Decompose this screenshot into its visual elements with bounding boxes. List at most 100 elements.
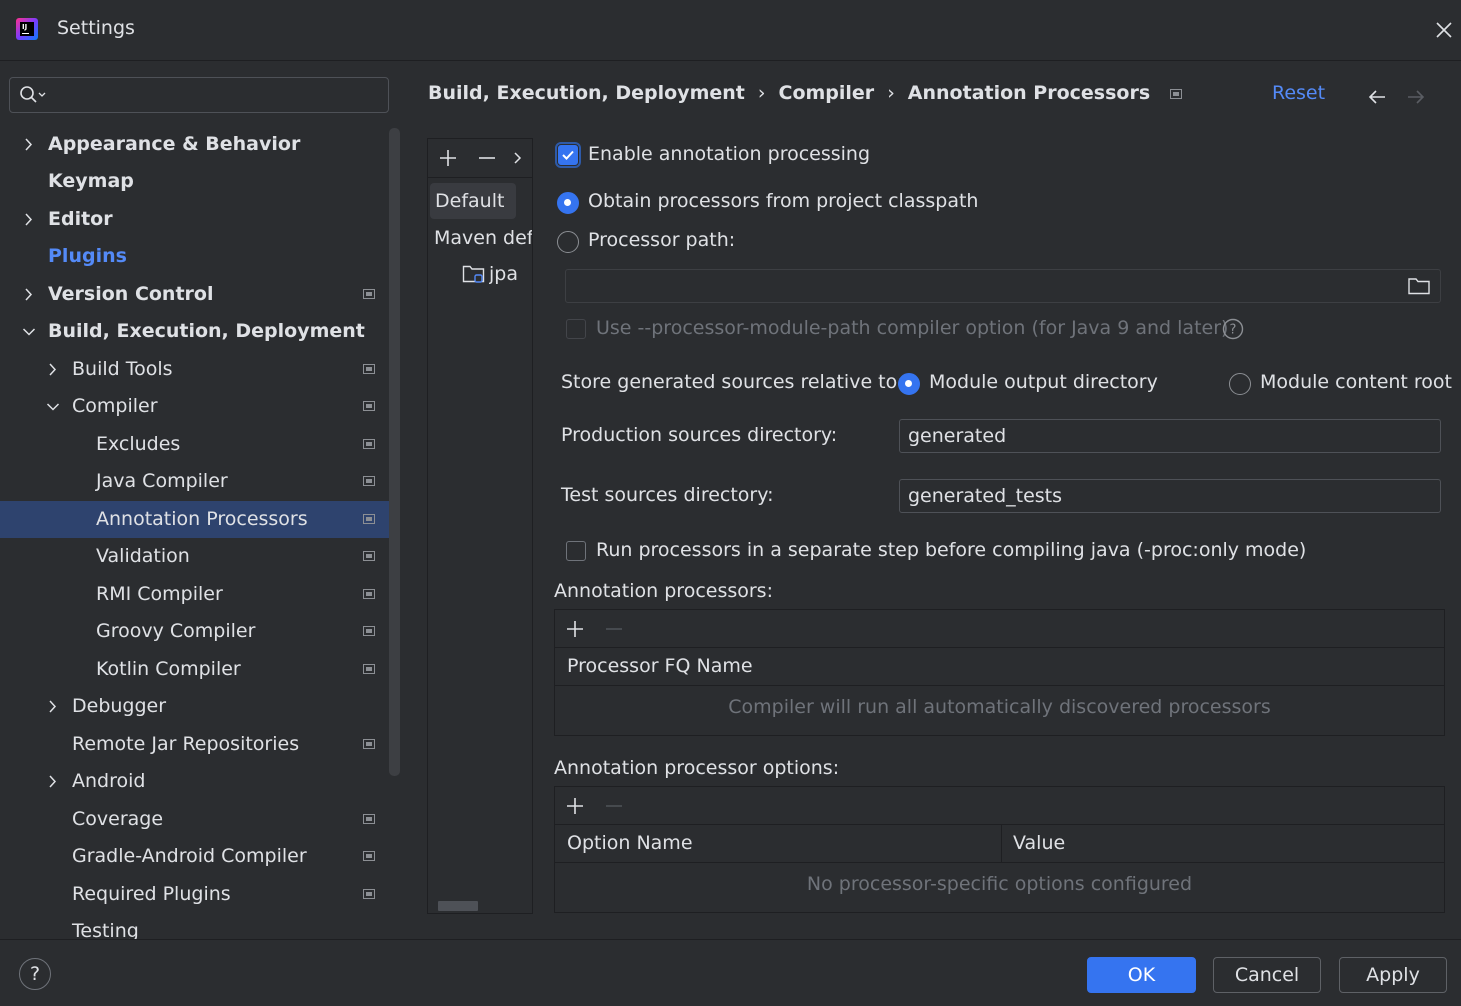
reset-link[interactable]: Reset [1272,82,1325,104]
tree-item-label: Android [72,770,146,792]
test-dir-field[interactable]: generated_tests [899,479,1441,513]
add-icon[interactable] [565,619,585,639]
processor-path-field[interactable] [565,269,1441,303]
module-content-label[interactable]: Module content root [1260,371,1452,393]
tree-item-version-control[interactable]: Version Control [0,276,400,313]
tree-item-annotation-processors[interactable]: Annotation Processors [0,501,400,538]
column-header-processor-fq-name[interactable]: Processor FQ Name [567,648,753,685]
column-header-option-name[interactable]: Option Name [567,825,693,862]
tree-item-debugger[interactable]: Debugger [0,688,400,725]
tree-item-kotlin-compiler[interactable]: Kotlin Compiler [0,651,400,688]
tree-item-coverage[interactable]: Coverage [0,801,400,838]
help-question-icon[interactable]: ? [1222,318,1244,340]
title-bar [0,0,1461,61]
project-settings-icon [363,364,375,374]
module-output-label[interactable]: Module output directory [929,371,1158,393]
tree-item-build-tools[interactable]: Build Tools [0,351,400,388]
tree-item-testing[interactable]: Testing [0,913,400,939]
tree-item-android[interactable]: Android [0,763,400,800]
tree-item-build-execution-deployment[interactable]: Build, Execution, Deployment [0,313,400,350]
chevron-right-icon[interactable] [22,126,36,163]
tree-item-gradle-android-compiler[interactable]: Gradle-Android Compiler [0,838,400,875]
profiles-horizontal-scrollbar[interactable] [438,901,478,911]
tree-item-label: Groovy Compiler [96,620,256,642]
project-settings-icon [363,289,375,299]
add-icon[interactable] [565,796,585,816]
separate-step-label[interactable]: Run processors in a separate step before… [596,539,1306,561]
intellij-logo-icon: IJ [16,18,38,40]
tree-item-plugins[interactable]: Plugins [0,238,400,275]
breadcrumb-item: Annotation Processors [907,82,1151,104]
tree-item-java-compiler[interactable]: Java Compiler [0,463,400,500]
processors-section-label: Annotation processors: [554,580,773,602]
processors-table-header: Processor FQ Name [555,648,1444,686]
close-icon[interactable] [1432,18,1456,42]
project-settings-icon [363,851,375,861]
folder-icon[interactable] [1407,276,1431,296]
profiles-panel: Default Maven default annotation process… [427,138,533,914]
tree-item-label: Appearance & Behavior [48,133,301,155]
column-header-value[interactable]: Value [1013,825,1065,862]
project-settings-icon [363,514,375,524]
help-button[interactable]: ? [19,958,51,990]
tree-item-validation[interactable]: Validation [0,538,400,575]
enable-processing-label[interactable]: Enable annotation processing [588,143,870,165]
production-dir-label: Production sources directory: [561,424,838,446]
tree-item-groovy-compiler[interactable]: Groovy Compiler [0,613,400,650]
tree-item-appearance-behavior[interactable]: Appearance & Behavior [0,126,400,163]
column-divider[interactable] [1001,825,1002,862]
test-dir-label: Test sources directory: [561,484,774,506]
apply-button[interactable]: Apply [1339,957,1447,993]
svg-text:?: ? [1230,323,1237,338]
tree-item-editor[interactable]: Editor [0,201,400,238]
settings-search-input[interactable] [9,77,389,113]
enable-processing-checkbox[interactable] [555,142,581,168]
tree-item-required-plugins[interactable]: Required Plugins [0,876,400,913]
chevron-down-icon[interactable] [46,388,60,425]
chevron-down-icon[interactable] [22,313,36,350]
tree-item-compiler[interactable]: Compiler [0,388,400,425]
chevron-right-icon[interactable] [46,351,60,388]
separate-step-checkbox[interactable] [566,541,586,561]
search-field[interactable] [50,82,384,108]
processors-empty-text: Compiler will run all automatically disc… [728,696,1271,718]
breadcrumb-item[interactable]: Compiler [779,82,875,104]
tree-item-remote-jar-repositories[interactable]: Remote Jar Repositories [0,726,400,763]
tree-item-keymap[interactable]: Keymap [0,163,400,200]
chevron-right-icon[interactable] [46,763,60,800]
processors-toolbar [555,610,1444,648]
breadcrumb-item[interactable]: Build, Execution, Deployment [428,82,745,104]
obtain-classpath-radio[interactable] [557,192,579,214]
tree-item-label: Plugins [48,245,127,267]
cancel-button[interactable]: Cancel [1213,957,1321,993]
processor-path-radio[interactable] [557,231,579,253]
tree-item-label: Remote Jar Repositories [72,733,300,755]
tree-item-label: Keymap [48,170,134,192]
ok-button[interactable]: OK [1087,957,1196,993]
production-dir-field[interactable]: generated [899,419,1441,453]
profile-item-default[interactable]: Default [430,183,516,219]
breadcrumb: Build, Execution, Deployment › Compiler › An… [428,82,1183,108]
tree-item-rmi-compiler[interactable]: RMI Compiler [0,576,400,613]
chevron-right-icon[interactable] [46,688,60,725]
processor-path-label[interactable]: Processor path: [588,229,735,251]
chevron-right-icon[interactable] [512,150,524,166]
back-arrow-icon[interactable] [1366,86,1388,112]
chevron-right-icon[interactable] [22,276,36,313]
tree-item-label: Compiler [72,395,158,417]
tree-item-label: Validation [96,545,190,567]
module-path-option-label: Use --processor-module-path compiler opt… [596,317,1229,339]
remove-icon[interactable] [477,148,497,168]
module-path-option-checkbox[interactable] [566,319,586,339]
chevron-right-icon[interactable] [22,201,36,238]
add-icon[interactable] [438,148,458,168]
forward-arrow-icon[interactable] [1405,86,1427,112]
module-content-radio[interactable] [1229,373,1251,395]
tree-item-excludes[interactable]: Excludes [0,426,400,463]
profile-item-maven[interactable]: Maven default annotation processors prof… [434,225,532,251]
module-output-radio[interactable] [898,373,920,395]
profile-item-jpa[interactable]: jpa [489,261,518,287]
obtain-classpath-label[interactable]: Obtain processors from project classpath [588,190,978,212]
sidebar-scrollbar[interactable] [389,128,400,776]
tree-item-label: Annotation Processors [96,508,308,530]
